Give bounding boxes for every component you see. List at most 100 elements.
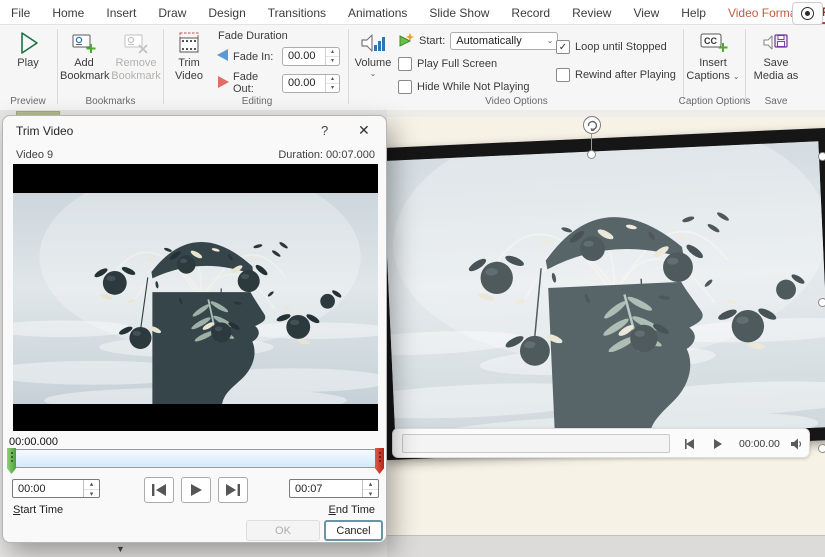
next-frame-icon [224,482,242,498]
start-time-label: Start Time [13,504,63,516]
scroll-down-icon[interactable]: ▼ [116,544,125,554]
group-label-bookmarks: Bookmarks [58,96,163,107]
cancel-button[interactable]: Cancel [324,520,383,541]
save-media-as-button[interactable]: Save Media as [750,28,802,83]
start-dropdown-value: Automatically [451,35,546,47]
start-time-input[interactable]: 00:00 ▴ ▾ [12,479,100,498]
tab-slide-show[interactable]: Slide Show [429,2,489,23]
tab-transitions[interactable]: Transitions [268,2,326,23]
start-dropdown[interactable]: Automatically ⌄ [450,32,558,50]
rewind-after-playing-checkbox[interactable] [556,68,570,82]
end-time-spinner[interactable]: ▴ ▾ [362,480,378,497]
resize-handle-top-right[interactable] [818,152,825,161]
start-label: Start: [419,35,445,47]
fade-in-input[interactable]: 00.00 ▴ ▾ [282,47,340,66]
spin-up-icon[interactable]: ▴ [326,75,339,83]
tab-help[interactable]: Help [681,2,706,23]
record-button[interactable] [792,2,823,25]
trim-video-label-2: Video [166,70,212,83]
trim-track[interactable] [15,449,376,468]
add-bookmark-label-2: Bookmark [60,70,108,83]
resize-handle-right[interactable] [818,298,825,307]
play-full-screen-checkbox[interactable] [398,57,412,71]
media-forward-icon [712,438,724,450]
powerpoint-window: File Home Insert Draw Design Transitions… [0,0,825,557]
next-frame-button[interactable] [218,477,248,503]
play-label: Play [5,57,51,70]
video-preview[interactable] [13,164,378,431]
start-time-spinner[interactable]: ▴ ▾ [83,480,99,497]
media-mute-button[interactable] [787,436,805,452]
menu-bar: File Home Insert Draw Design Transitions… [0,0,825,25]
resize-handle-bottom-right[interactable] [818,444,825,453]
rotate-icon [586,119,598,131]
start-icon [398,32,414,51]
start-time-value[interactable]: 00:00 [13,480,83,497]
tab-insert[interactable]: Insert [106,2,136,23]
spin-down-icon[interactable]: ▾ [326,83,339,92]
help-button[interactable]: ? [321,123,328,138]
play-button[interactable]: Play [5,28,51,70]
volume-button[interactable]: Volume ⌄ [352,28,394,78]
media-back-button[interactable] [681,436,699,452]
hide-while-not-playing-checkbox[interactable] [398,80,412,94]
slide-canvas: 00:00.00 [387,110,825,557]
spin-down-icon[interactable]: ▾ [326,56,339,65]
previous-frame-button[interactable] [144,477,174,503]
tab-review[interactable]: Review [572,2,611,23]
fade-in-spinner[interactable]: ▴ ▾ [325,48,339,65]
tab-file[interactable]: File [11,2,30,23]
fade-duration-panel: Fade Duration Fade In: 00.00 ▴ ▾ Fade Ou… [216,30,350,95]
dialog-play-icon [188,482,204,498]
spin-up-icon[interactable]: ▴ [363,480,378,489]
end-time-input[interactable]: 00:07 ▴ ▾ [289,479,379,498]
media-forward-button[interactable] [709,436,727,452]
spin-down-icon[interactable]: ▾ [363,489,378,499]
media-seek-bar[interactable] [402,434,670,453]
trim-video-icon [166,28,212,57]
trim-video-button[interactable]: Trim Video [166,28,212,83]
slide-video-object[interactable] [387,128,825,460]
fade-duration-title: Fade Duration [218,30,350,42]
ok-button[interactable]: OK [246,520,320,541]
close-icon[interactable]: ✕ [358,122,370,139]
save-media-label-2: Media as [750,70,802,83]
fade-out-input[interactable]: 00.00 ▴ ▾ [282,74,340,93]
remove-bookmark-button[interactable]: Remove Bookmark [110,28,162,83]
tab-home[interactable]: Home [52,2,84,23]
trim-video-label-1: Trim [166,57,212,70]
spin-down-icon[interactable]: ▾ [84,489,99,499]
tab-draw[interactable]: Draw [158,2,186,23]
fade-out-value[interactable]: 00.00 [283,75,325,92]
canvas-bottom-strip [387,535,825,557]
tab-design[interactable]: Design [208,2,245,23]
trim-end-handle[interactable] [375,448,384,474]
add-bookmark-button[interactable]: Add Bookmark [60,28,108,83]
end-time-value[interactable]: 00:07 [290,480,362,497]
current-time-label: 00:00.000 [9,436,58,448]
save-media-icon [750,28,802,57]
dialog-play-button[interactable] [181,477,211,503]
tab-video-format[interactable]: Video Format [728,2,800,23]
fade-in-value[interactable]: 00.00 [283,48,325,65]
resize-handle-top[interactable] [587,150,596,159]
loop-until-stopped-checkbox[interactable]: ✓ [556,40,570,54]
dialog-title: Trim Video [16,124,73,138]
closed-captions-icon: CC [686,28,740,57]
tab-record[interactable]: Record [511,2,550,23]
spin-up-icon[interactable]: ▴ [84,480,99,489]
group-label-video-options: Video Options [350,96,683,107]
group-label-preview: Preview [5,96,51,107]
ribbon: Play Preview Add Bookmark Remove Bookmar… [0,25,825,111]
video-options-right: ✓ Loop until Stopped Rewind after Playin… [556,38,676,94]
insert-captions-button[interactable]: CC Insert Captions ⌄ [686,28,740,83]
rotation-handle[interactable] [583,116,601,134]
trim-start-handle[interactable] [7,448,16,474]
tab-animations[interactable]: Animations [348,2,407,23]
fade-out-spinner[interactable]: ▴ ▾ [325,75,339,92]
spin-up-icon[interactable]: ▴ [326,48,339,56]
fade-out-icon [216,75,230,92]
tab-view[interactable]: View [633,2,659,23]
duration-label: Duration: 00:07.000 [278,149,375,161]
rotation-handle-stem [591,134,592,150]
